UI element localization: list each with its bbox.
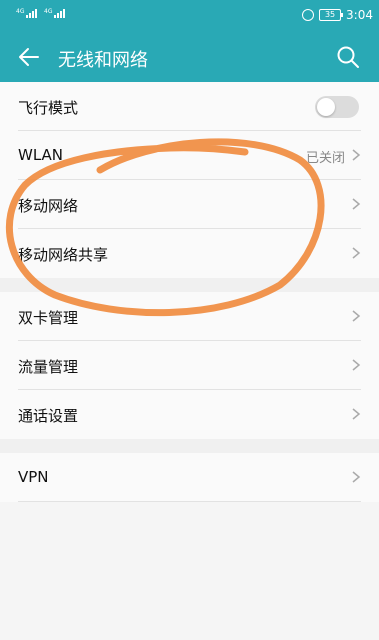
- call-settings-label: 通话设置: [18, 407, 79, 425]
- dual-sim-row[interactable]: 双卡管理: [0, 292, 379, 341]
- chevron-right-icon: [352, 198, 361, 210]
- toolbar: 无线和网络: [0, 34, 379, 80]
- data-usage-row[interactable]: 流量管理: [0, 341, 379, 390]
- signal-strength-2-icon: 4G: [44, 8, 66, 18]
- settings-list: 飞行模式 WLAN 已关闭 移动网络 移动网络共享 双卡管理 流量管理 通话设置…: [0, 82, 379, 502]
- chevron-right-icon: [352, 408, 361, 420]
- alarm-icon: [302, 9, 315, 21]
- app-header: 4G 4G 35 3:04 无线和网络: [0, 0, 379, 82]
- mobile-network-row[interactable]: 移动网络: [0, 180, 379, 229]
- signal-2-tag: 4G: [44, 8, 53, 15]
- airplane-mode-label: 飞行模式: [18, 99, 79, 117]
- chevron-right-icon: [352, 310, 361, 322]
- search-icon[interactable]: [335, 44, 361, 70]
- vpn-label: VPN: [18, 468, 49, 486]
- settings-group-vpn: VPN: [0, 453, 379, 502]
- vpn-row[interactable]: VPN: [0, 453, 379, 502]
- status-right-group: 35 3:04: [302, 8, 373, 22]
- section-gap: [0, 439, 379, 453]
- tethering-label: 移动网络共享: [18, 246, 109, 264]
- tethering-row[interactable]: 移动网络共享: [0, 229, 379, 278]
- chevron-right-icon: [352, 149, 361, 161]
- settings-group-network: 飞行模式 WLAN 已关闭 移动网络 移动网络共享: [0, 82, 379, 278]
- airplane-mode-toggle[interactable]: [315, 96, 359, 118]
- dual-sim-label: 双卡管理: [18, 309, 79, 327]
- page-title: 无线和网络: [58, 50, 148, 71]
- wlan-label: WLAN: [18, 146, 64, 164]
- toggle-knob: [317, 98, 335, 116]
- settings-group-sim: 双卡管理 流量管理 通话设置: [0, 292, 379, 439]
- chevron-right-icon: [352, 247, 361, 259]
- back-arrow-icon[interactable]: [16, 44, 42, 70]
- chevron-right-icon: [352, 471, 361, 483]
- call-settings-row[interactable]: 通话设置: [0, 390, 379, 439]
- signal-strength-1-icon: 4G: [16, 8, 38, 18]
- section-gap: [0, 278, 379, 292]
- airplane-mode-row[interactable]: 飞行模式: [0, 82, 379, 131]
- chevron-right-icon: [352, 359, 361, 371]
- divider: [18, 501, 361, 502]
- signal-1-tag: 4G: [16, 8, 25, 15]
- status-bar: 4G 4G 35 3:04: [0, 0, 379, 32]
- clock: 3:04: [346, 8, 373, 22]
- battery-icon: 35: [319, 9, 344, 21]
- data-usage-label: 流量管理: [18, 358, 79, 376]
- wlan-row[interactable]: WLAN 已关闭: [0, 131, 379, 180]
- wlan-status: 已关闭: [305, 151, 345, 166]
- mobile-network-label: 移动网络: [18, 197, 79, 215]
